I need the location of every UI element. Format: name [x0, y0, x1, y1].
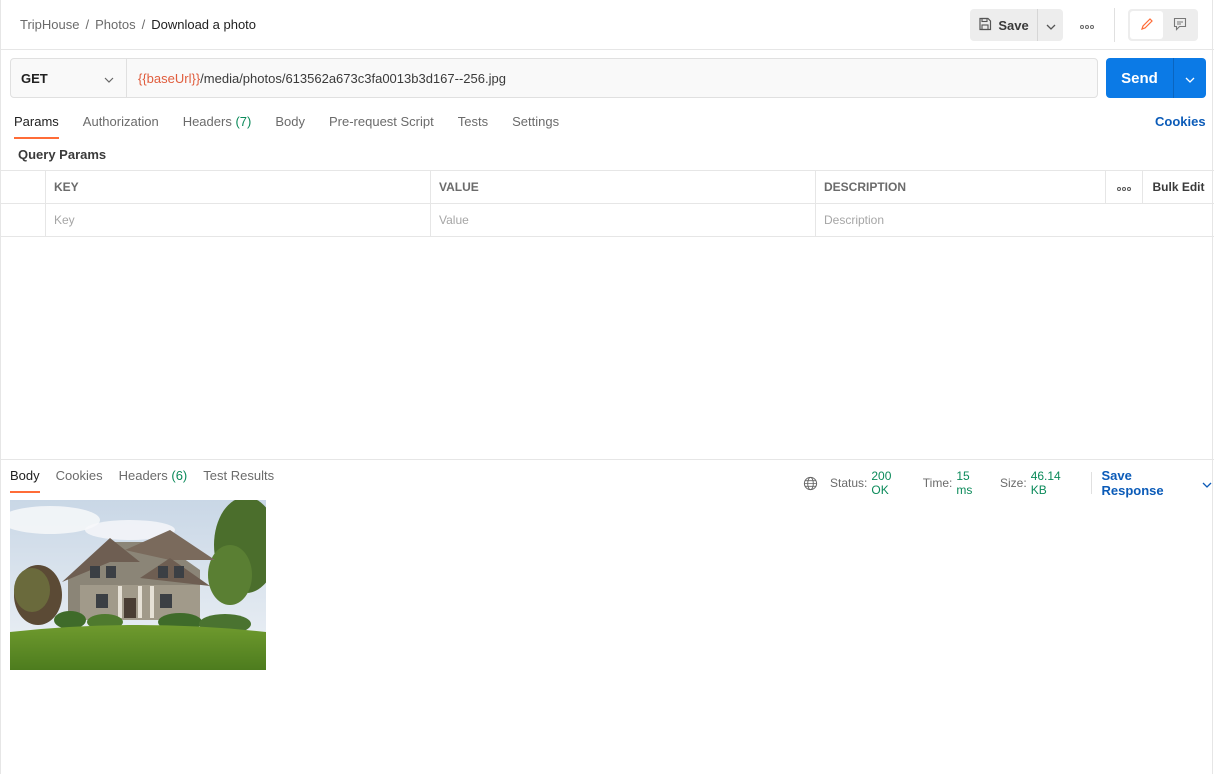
checkbox-column-header	[1, 171, 46, 203]
response-tab-headers[interactable]: Headers (6)	[119, 468, 188, 490]
query-params-title: Query Params	[18, 147, 107, 162]
row-checkbox-cell	[1, 204, 46, 236]
breadcrumb-separator: /	[141, 17, 146, 32]
bulk-edit-button[interactable]: Bulk Edit	[1143, 171, 1214, 203]
response-divider[interactable]	[1, 459, 1214, 460]
view-mode-toggle	[1128, 9, 1198, 41]
column-header-description: DESCRIPTION	[816, 171, 1106, 203]
breadcrumb-request-name[interactable]: Download a photo	[151, 17, 256, 32]
status-label: Status:	[830, 476, 868, 490]
send-button[interactable]: Send	[1106, 58, 1173, 98]
send-group: Send	[1106, 58, 1206, 98]
size-value[interactable]: 46.14 KB	[1031, 469, 1079, 497]
save-response-label: Save Response	[1101, 468, 1164, 498]
comments-mode-button[interactable]	[1163, 11, 1196, 39]
response-tabs: Body Cookies Headers (6) Test Results	[10, 468, 290, 493]
breadcrumb-collection[interactable]: TripHouse	[20, 17, 79, 32]
value-input[interactable]: Value	[431, 204, 816, 236]
response-image	[10, 500, 266, 670]
header: TripHouse / Photos / Download a photo Sa…	[1, 0, 1214, 50]
description-input[interactable]: Description	[816, 204, 1213, 236]
method-value: GET	[21, 70, 48, 86]
response-headers-count: (6)	[171, 468, 188, 483]
column-header-value: VALUE	[431, 171, 816, 203]
save-icon	[978, 17, 992, 34]
ellipsis-icon	[1080, 18, 1094, 32]
pencil-icon	[1140, 17, 1154, 34]
query-params-table: KEY VALUE DESCRIPTION Bulk Edit Key Valu…	[1, 170, 1214, 237]
key-input[interactable]: Key	[46, 204, 431, 236]
response-tab-body[interactable]: Body	[10, 468, 40, 493]
comment-icon	[1173, 17, 1187, 34]
url-input[interactable]: {{baseUrl}}/media/photos/613562a673c3fa0…	[127, 59, 1097, 97]
column-header-key: KEY	[46, 171, 431, 203]
url-path: /media/photos/613562a673c3fa0013b3d167--…	[200, 70, 506, 86]
save-response-button[interactable]: Save Response	[1101, 468, 1212, 498]
chevron-down-icon	[1185, 70, 1195, 87]
time-label: Time:	[922, 476, 953, 490]
chevron-down-icon	[104, 71, 114, 86]
column-options-button[interactable]	[1106, 171, 1143, 203]
method-select[interactable]: GET	[11, 59, 127, 97]
tab-params[interactable]: Params	[14, 114, 59, 139]
edit-mode-button[interactable]	[1130, 11, 1163, 39]
chevron-down-icon	[1046, 18, 1056, 33]
table-row: Key Value Description	[1, 204, 1214, 237]
response-tab-test-results[interactable]: Test Results	[203, 468, 274, 490]
time-value[interactable]: 15 ms	[956, 469, 988, 497]
response-status-bar: Status: 200 OK Time: 15 ms Size: 46.14 K…	[803, 468, 1212, 498]
send-options-button[interactable]	[1173, 58, 1206, 98]
tab-pre-request-script[interactable]: Pre-request Script	[329, 114, 434, 136]
app-frame: TripHouse / Photos / Download a photo Sa…	[0, 0, 1214, 774]
breadcrumb-separator: /	[85, 17, 90, 32]
tab-tests[interactable]: Tests	[458, 114, 488, 136]
tab-body[interactable]: Body	[275, 114, 305, 136]
save-options-button[interactable]	[1037, 9, 1063, 41]
tab-settings[interactable]: Settings	[512, 114, 559, 136]
table-header-row: KEY VALUE DESCRIPTION Bulk Edit	[1, 171, 1214, 204]
response-tab-cookies[interactable]: Cookies	[56, 468, 103, 490]
breadcrumb: TripHouse / Photos / Download a photo	[20, 17, 256, 32]
cookies-link[interactable]: Cookies	[1155, 114, 1206, 129]
size-label: Size:	[1000, 476, 1027, 490]
more-options-button[interactable]	[1073, 15, 1101, 35]
ellipsis-icon	[1117, 180, 1131, 194]
save-group: Save	[970, 9, 1063, 41]
divider	[1114, 8, 1115, 42]
request-url-bar: GET {{baseUrl}}/media/photos/613562a673c…	[10, 58, 1098, 98]
save-button[interactable]: Save	[970, 9, 1037, 41]
headers-count: (7)	[235, 114, 252, 129]
breadcrumb-folder[interactable]: Photos	[95, 17, 135, 32]
divider	[1090, 472, 1092, 494]
tab-headers[interactable]: Headers (7)	[183, 114, 252, 136]
chevron-down-icon	[1202, 476, 1212, 491]
request-tabs: Params Authorization Headers (7) Body Pr…	[14, 114, 583, 139]
globe-icon[interactable]	[803, 476, 818, 491]
tab-authorization[interactable]: Authorization	[83, 114, 159, 136]
url-variable: {{baseUrl}}	[138, 70, 201, 86]
save-label: Save	[998, 17, 1029, 33]
status-value[interactable]: 200 OK	[871, 469, 910, 497]
